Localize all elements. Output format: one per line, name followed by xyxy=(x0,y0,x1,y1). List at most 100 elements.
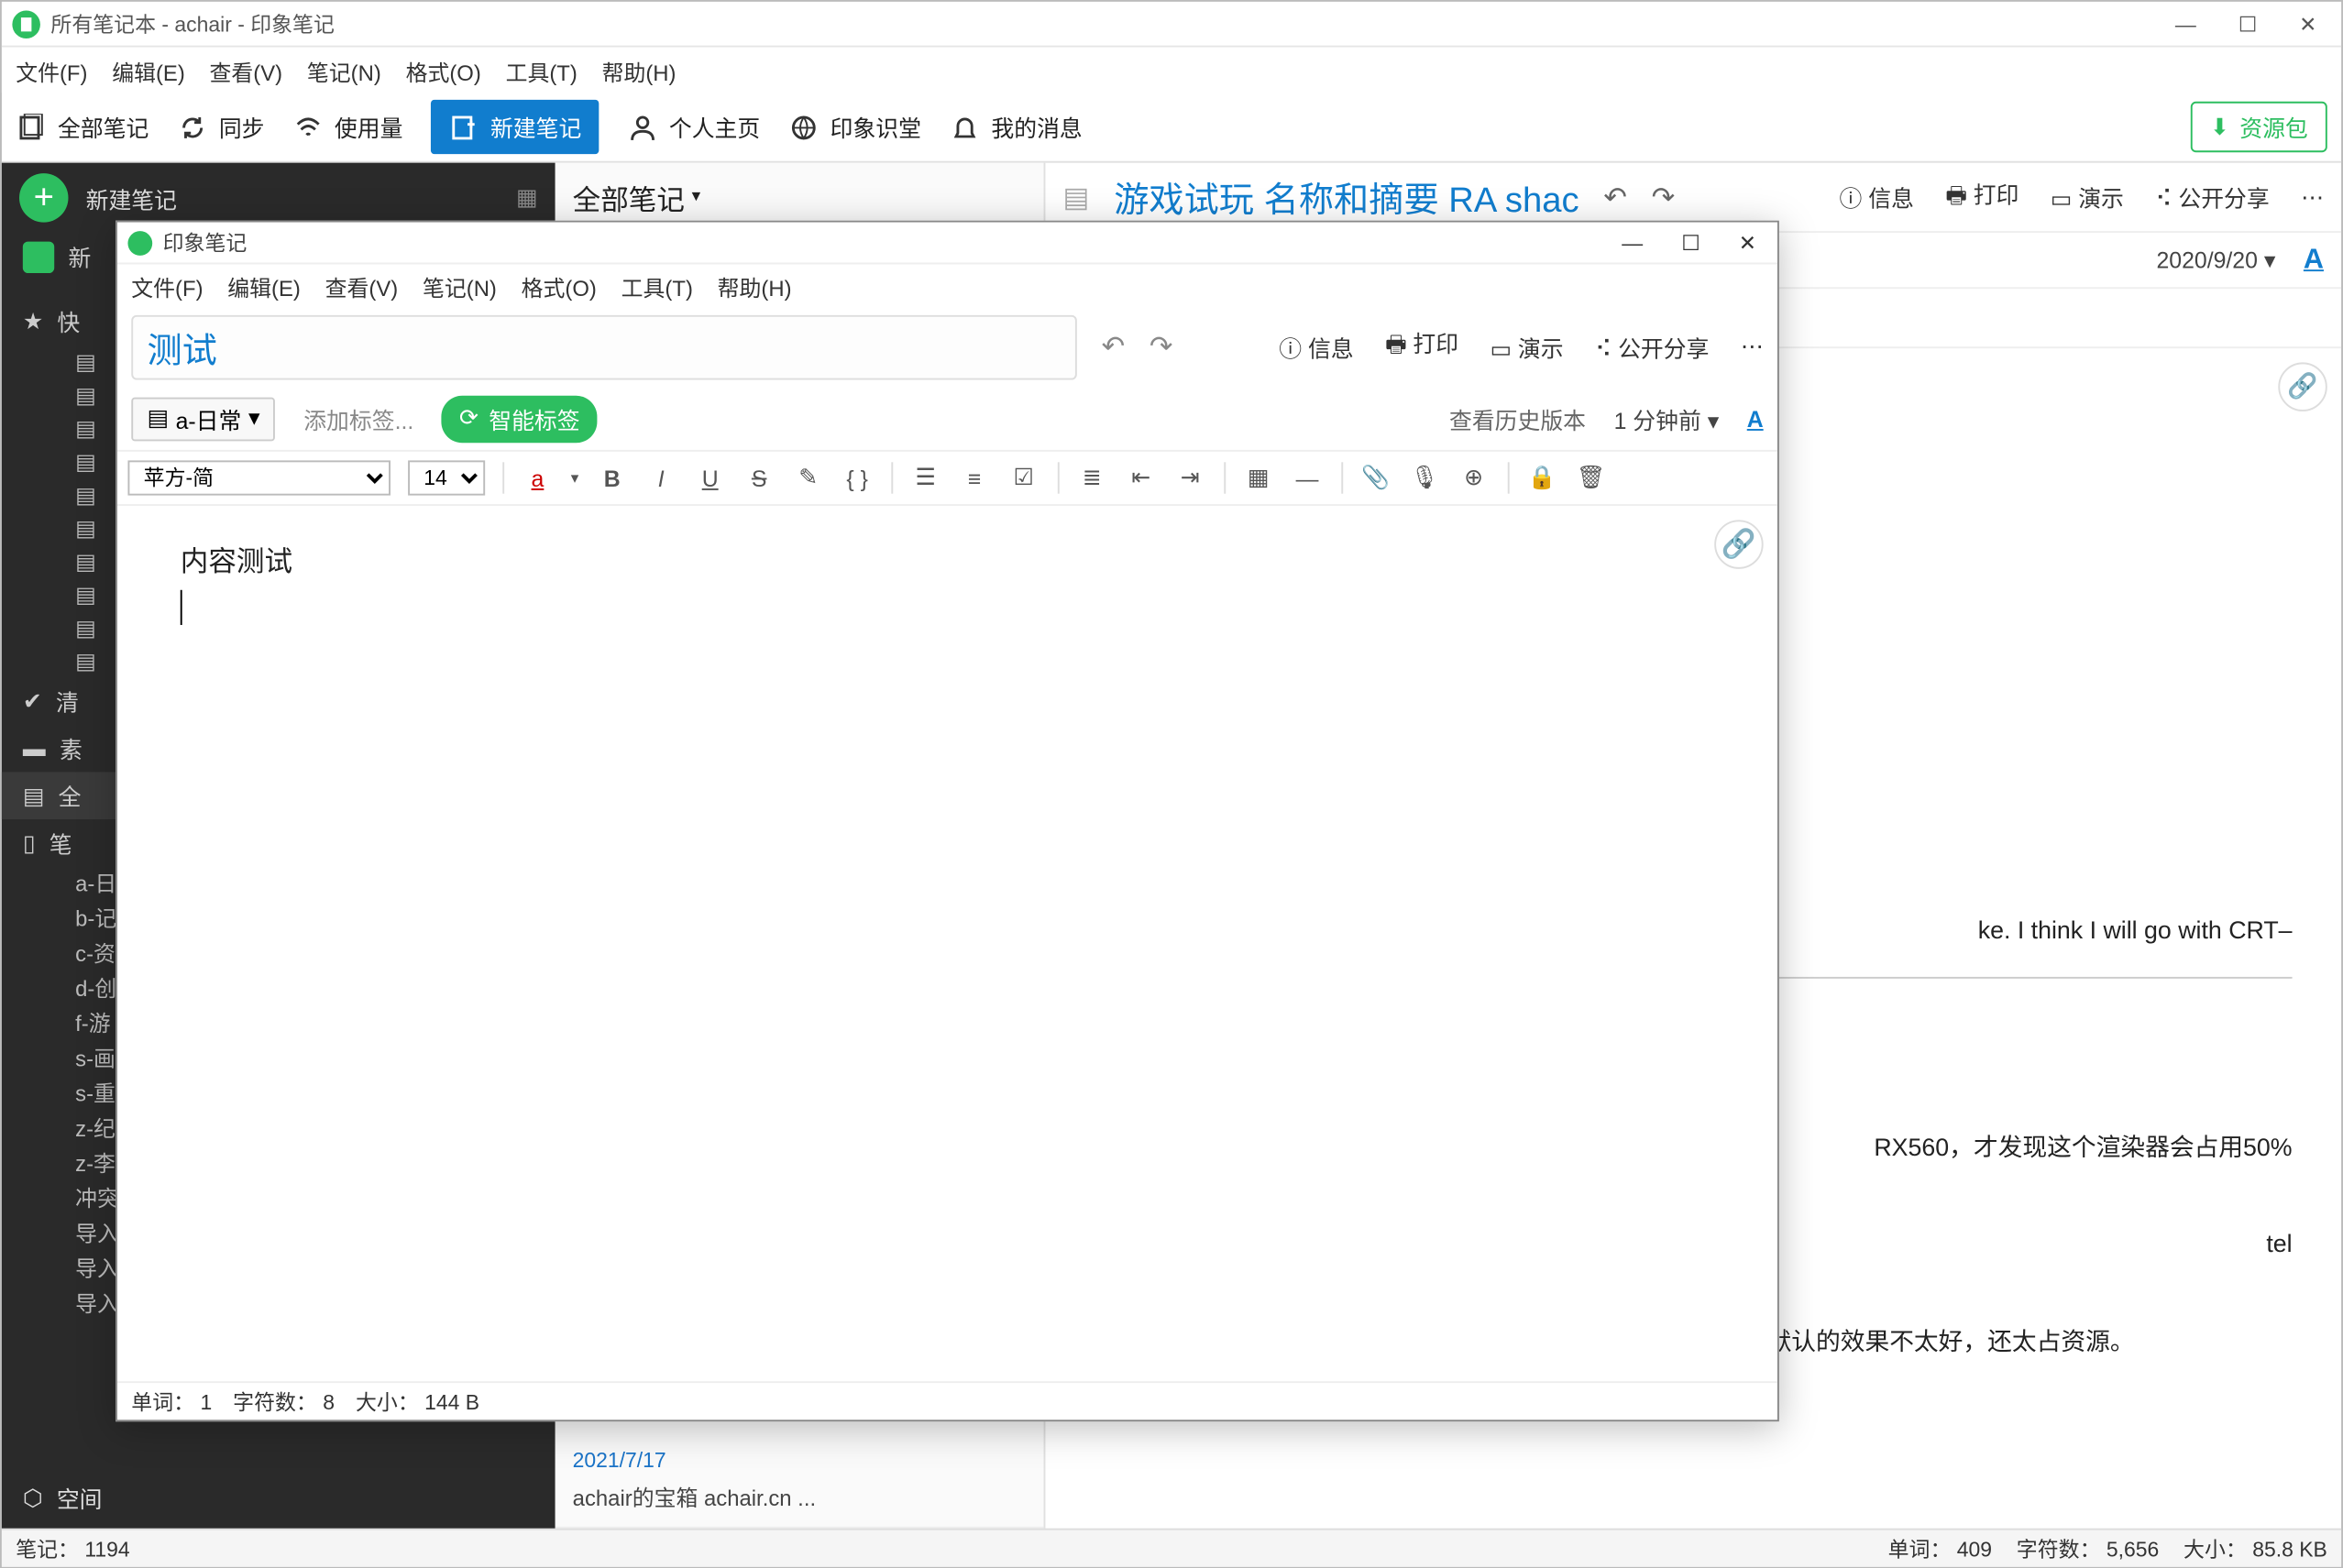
download-icon: ⬇ xyxy=(2210,113,2229,141)
number-list-button[interactable]: ≡ xyxy=(959,465,990,491)
link-button[interactable]: ⊕ xyxy=(1458,464,1489,492)
popup-close-button[interactable]: ✕ xyxy=(1739,230,1756,255)
popup-more-icon[interactable]: ⋯ xyxy=(1741,333,1764,361)
more-icon[interactable]: ⋯ xyxy=(2301,183,2324,212)
sidebar-space[interactable]: ⬡空间 xyxy=(2,1467,556,1529)
toolbar-profile[interactable]: 个人主页 xyxy=(627,110,760,143)
popup-info-button[interactable]: ⓘ 信息 xyxy=(1279,330,1353,363)
trash-button[interactable]: 🗑 xyxy=(1575,464,1606,492)
popup-note-body[interactable]: 🔗 内容测试 xyxy=(117,506,1777,1381)
popup-window-title: 印象笔记 xyxy=(163,227,248,257)
minimize-button[interactable]: — xyxy=(2175,11,2196,36)
italic-button[interactable]: I xyxy=(645,465,676,491)
s-badge-icon xyxy=(23,241,54,272)
code-block-button[interactable]: { } xyxy=(842,465,873,491)
attachment-button[interactable]: 📎 xyxy=(1359,464,1391,492)
text-cursor xyxy=(181,590,182,625)
highlight-button[interactable]: ✎ xyxy=(792,464,823,492)
font-family-select[interactable]: 苹方-简 xyxy=(127,460,390,495)
undo-button[interactable]: ↶ xyxy=(1603,180,1627,214)
font-size-select[interactable]: 14 xyxy=(408,460,485,495)
smart-tag-button[interactable]: ⟳ 智能标签 xyxy=(442,395,598,443)
popup-history-button[interactable]: 查看历史版本 xyxy=(1449,401,1586,434)
sidebar-new-note[interactable]: + xyxy=(19,173,68,222)
popup-menu-edit[interactable]: 编辑(E) xyxy=(227,269,301,302)
grid-view-icon[interactable]: ▦ xyxy=(516,184,537,213)
note-title[interactable]: 游戏试玩 名称和摘要 RA shac xyxy=(1114,171,1578,222)
menu-tools[interactable]: 工具(T) xyxy=(506,53,578,86)
sync-icon xyxy=(177,111,208,142)
text-color-button[interactable]: a xyxy=(522,465,553,491)
popup-menu-file[interactable]: 文件(F) xyxy=(131,269,203,302)
popup-menu-help[interactable]: 帮助(H) xyxy=(718,269,792,302)
note-present-button[interactable]: ▭ 演示 xyxy=(2051,181,2124,214)
popup-time-ago[interactable]: 1 分钟前 ▾ xyxy=(1614,401,1720,434)
undo-button[interactable]: ↶ xyxy=(1102,329,1126,364)
popup-present-button[interactable]: ▭ 演示 xyxy=(1490,330,1564,363)
menu-file[interactable]: 文件(F) xyxy=(16,53,87,86)
close-button[interactable]: ✕ xyxy=(2299,11,2316,36)
text-style-button[interactable]: A xyxy=(1747,405,1764,432)
popup-menu-format[interactable]: 格式(O) xyxy=(522,269,597,302)
note-icon: ▤ xyxy=(75,381,96,408)
bullet-list-button[interactable]: ☰ xyxy=(909,464,940,492)
toolbar-classroom[interactable]: 印象识堂 xyxy=(788,110,921,143)
note-title-input[interactable] xyxy=(131,314,1077,379)
toolbar-new-note[interactable]: 新建笔记 xyxy=(431,100,599,154)
bold-button[interactable]: B xyxy=(597,465,628,491)
align-button[interactable]: ≣ xyxy=(1076,464,1107,492)
chevron-down-icon: ▾ xyxy=(248,404,259,433)
redo-button[interactable]: ↷ xyxy=(1652,180,1676,214)
hr-button[interactable]: — xyxy=(1292,465,1323,491)
text-style-button[interactable]: A xyxy=(2304,244,2324,275)
chevron-down-icon[interactable]: ▾ xyxy=(571,468,579,488)
window-title: 所有笔记本 - achair - 印象笔记 xyxy=(50,9,334,38)
note-date[interactable]: 2020/9/20 ▾ xyxy=(2156,246,2275,274)
audio-button[interactable]: 🎙 xyxy=(1409,464,1440,492)
link-pill-icon[interactable]: 🔗 xyxy=(1714,520,1763,568)
note-editor-window: 印象笔记 — ☐ ✕ 文件(F) 编辑(E) 查看(V) 笔记(N) 格式(O)… xyxy=(116,221,1779,1421)
toolbar-sync[interactable]: 同步 xyxy=(177,110,265,143)
menu-format[interactable]: 格式(O) xyxy=(406,53,481,86)
checklist-button[interactable]: ☑ xyxy=(1007,464,1039,492)
sidebar-new-note-label: 新建笔记 xyxy=(86,181,177,214)
notebook-selector[interactable]: ▤ a-日常 ▾ xyxy=(131,397,275,441)
note-icon: ▤ xyxy=(75,415,96,442)
link-pill-icon[interactable]: 🔗 xyxy=(2278,362,2326,411)
strikethrough-button[interactable]: S xyxy=(743,465,775,491)
toolbar-messages[interactable]: 我的消息 xyxy=(950,110,1083,143)
note-share-button[interactable]: ⠪ 公开分享 xyxy=(2155,181,2269,214)
popup-menu-tools[interactable]: 工具(T) xyxy=(622,269,693,302)
popup-minimize-button[interactable]: — xyxy=(1622,230,1643,255)
popup-menu-note[interactable]: 笔记(N) xyxy=(423,269,497,302)
menu-help[interactable]: 帮助(H) xyxy=(602,53,676,86)
outdent-button[interactable]: ⇤ xyxy=(1125,464,1156,492)
note-list-item[interactable]: 2021/7/17 achair的宝箱 achair.cn ... xyxy=(556,1434,1044,1529)
app-icon xyxy=(127,230,152,255)
globe-icon xyxy=(788,111,820,142)
toolbar-all-notes[interactable]: 全部笔记 xyxy=(16,110,148,143)
lock-button[interactable]: 🔒 xyxy=(1526,464,1557,492)
note-info-button[interactable]: ⓘ 信息 xyxy=(1840,181,1914,214)
popup-share-button[interactable]: ⠪ 公开分享 xyxy=(1595,330,1709,363)
menu-note[interactable]: 笔记(N) xyxy=(307,53,381,86)
popup-menu-view[interactable]: 查看(V) xyxy=(325,269,399,302)
menu-edit[interactable]: 编辑(E) xyxy=(112,53,185,86)
popup-status-chars: 字符数： 8 xyxy=(233,1387,335,1416)
redo-button[interactable]: ↷ xyxy=(1150,329,1173,364)
popup-print-button[interactable]: 🖶 打印 xyxy=(1385,325,1458,367)
maximize-button[interactable]: ☐ xyxy=(2238,11,2258,36)
add-tag-button[interactable]: 添加标签... xyxy=(303,401,413,434)
star-icon: ★ xyxy=(23,307,43,335)
toolbar-usage[interactable]: 使用量 xyxy=(292,110,402,143)
resource-pack-button[interactable]: ⬇ 资源包 xyxy=(2191,102,2327,152)
menu-view[interactable]: 查看(V) xyxy=(210,53,283,86)
underline-button[interactable]: U xyxy=(694,465,725,491)
note-print-button[interactable]: 🖶 打印 xyxy=(1945,176,2018,218)
check-icon: ✔ xyxy=(23,687,42,716)
table-button[interactable]: ▦ xyxy=(1242,464,1273,492)
main-titlebar: 所有笔记本 - achair - 印象笔记 — ☐ ✕ xyxy=(2,2,2341,48)
note-icon: ▤ xyxy=(75,648,96,674)
indent-button[interactable]: ⇥ xyxy=(1174,464,1205,492)
popup-maximize-button[interactable]: ☐ xyxy=(1681,230,1700,255)
